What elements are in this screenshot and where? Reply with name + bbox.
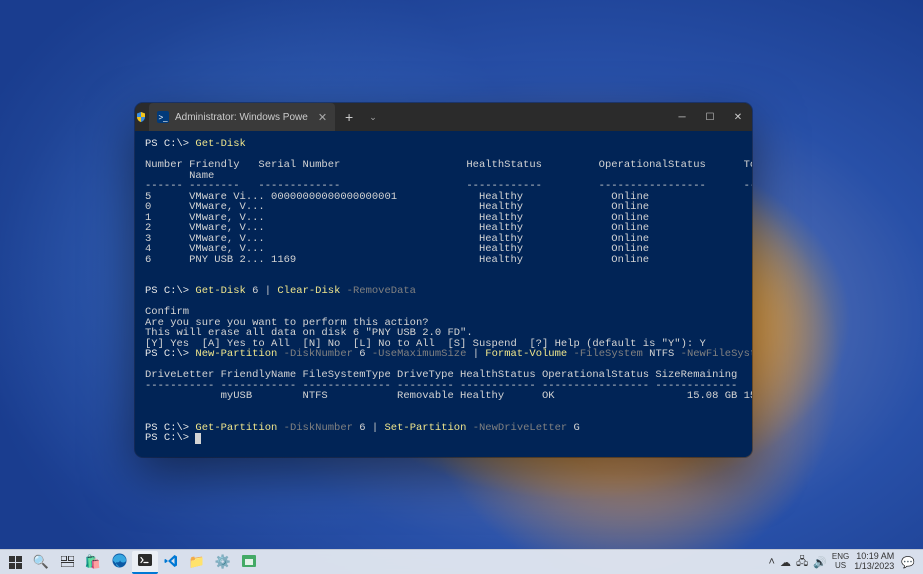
param: -RemoveData xyxy=(340,285,416,297)
volume-icon[interactable]: 🔊 xyxy=(813,556,827,569)
tab-title: Administrator: Windows Powe xyxy=(175,112,308,123)
command: Format-Volume xyxy=(485,348,567,360)
tab-close-button[interactable]: ✕ xyxy=(318,111,327,124)
close-button[interactable]: ✕ xyxy=(724,103,752,131)
command: Get-Disk xyxy=(195,138,245,150)
gear-icon: ⚙️ xyxy=(215,554,231,570)
command: Set-Partition xyxy=(384,422,466,434)
file-explorer-button[interactable]: 📁 xyxy=(184,551,210,574)
vscode-button[interactable] xyxy=(158,551,184,574)
lang-bottom: US xyxy=(835,562,846,571)
arg: G xyxy=(567,422,580,434)
notifications-button[interactable]: 💬 xyxy=(901,556,915,569)
app-button[interactable] xyxy=(236,551,262,574)
network-icon[interactable]: 🖧 xyxy=(796,553,808,572)
minimize-button[interactable]: ─ xyxy=(668,103,696,131)
arg: 6 xyxy=(353,348,372,360)
prompt: PS C:\> xyxy=(145,432,195,444)
param: -NewDriveLetter xyxy=(466,422,567,434)
tab-active[interactable]: >_ Administrator: Windows Powe ✕ xyxy=(149,103,335,131)
window-controls: ─ ☐ ✕ xyxy=(668,103,752,131)
command: New-Partition xyxy=(195,348,277,360)
arg: 6 xyxy=(246,285,265,297)
arg: NTFS xyxy=(643,348,681,360)
date: 1/13/2023 xyxy=(854,562,894,572)
command: Clear-Disk xyxy=(277,285,340,297)
tray-overflow-button[interactable]: ˄ xyxy=(769,556,775,568)
search-icon: 🔍 xyxy=(33,554,49,570)
vscode-icon xyxy=(164,554,178,571)
settings-button[interactable]: ⚙️ xyxy=(210,551,236,574)
windows-icon xyxy=(9,556,22,569)
table-row: 6 PNY USB 2... 1169 Healthy Online 15.12… xyxy=(145,254,752,266)
maximize-button[interactable]: ☐ xyxy=(696,103,724,131)
task-view-icon xyxy=(61,555,74,570)
cursor xyxy=(195,433,201,444)
taskbar: 🔍 🛍️ 📁 ⚙️ ˄ ☁ 🖧 🔊 ENG US 10:19 AM 1/13/2… xyxy=(0,549,923,574)
titlebar[interactable]: >_ Administrator: Windows Powe ✕ + ⌄ ─ ☐… xyxy=(135,103,752,131)
terminal-window: >_ Administrator: Windows Powe ✕ + ⌄ ─ ☐… xyxy=(135,103,752,457)
start-button[interactable] xyxy=(2,551,28,574)
command: Get-Partition xyxy=(195,422,277,434)
terminal-output: PS C:\> Get-Disk Number Friendly Serial … xyxy=(145,139,742,444)
param: -FileSystem xyxy=(567,348,643,360)
terminal-icon xyxy=(138,554,152,569)
edge-icon xyxy=(112,553,127,571)
microsoft-store-button[interactable]: 🛍️ xyxy=(80,551,106,574)
clock-button[interactable]: 10:19 AM 1/13/2023 xyxy=(854,552,896,572)
search-button[interactable]: 🔍 xyxy=(28,551,54,574)
prompt: PS C:\> xyxy=(145,348,195,360)
param: -DiskNumber xyxy=(277,348,353,360)
prompt: PS C:\> xyxy=(145,138,195,150)
table-row: myUSB NTFS Removable Healthy OK 15.08 GB… xyxy=(145,390,752,402)
param: -DiskNumber xyxy=(277,422,353,434)
param: -NewFileSystemLabel xyxy=(681,348,752,360)
powershell-icon: >_ xyxy=(157,111,169,123)
shield-icon xyxy=(135,103,147,131)
profile-dropdown-button[interactable]: ⌄ xyxy=(363,112,383,123)
store-icon: 🛍️ xyxy=(85,554,101,570)
pipe: | xyxy=(265,285,278,297)
app-icon xyxy=(242,555,256,570)
new-tab-button[interactable]: + xyxy=(335,109,363,125)
terminal-body[interactable]: PS C:\> Get-Disk Number Friendly Serial … xyxy=(135,131,752,457)
system-tray: ˄ ☁ 🖧 🔊 ENG US 10:19 AM 1/13/2023 💬 xyxy=(763,552,922,572)
command: Get-Disk xyxy=(195,285,245,297)
edge-button[interactable] xyxy=(106,551,132,574)
param: -UseMaximumSize xyxy=(372,348,467,360)
prompt: PS C:\> xyxy=(145,285,195,297)
pipe: | xyxy=(372,422,385,434)
language-button[interactable]: ENG US xyxy=(832,553,849,571)
arg: 6 xyxy=(353,422,372,434)
terminal-taskbar-button[interactable] xyxy=(132,551,158,574)
onedrive-icon[interactable]: ☁ xyxy=(780,556,791,569)
task-view-button[interactable] xyxy=(54,551,80,574)
pipe: | xyxy=(466,348,485,360)
folder-icon: 📁 xyxy=(189,554,205,570)
